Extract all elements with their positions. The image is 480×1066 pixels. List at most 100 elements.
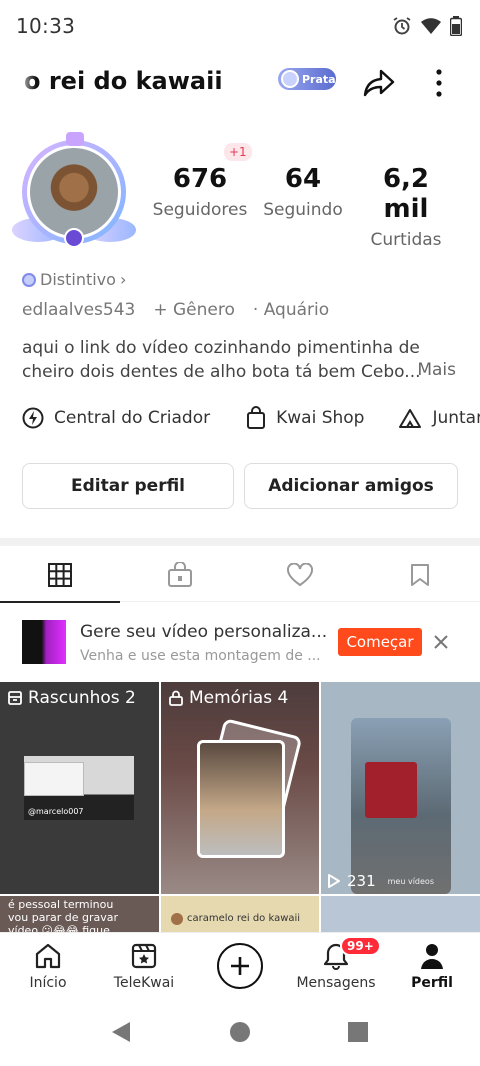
bottom-nav: Início TeleKwai Mensagens 99+ Perfil — [0, 932, 480, 1000]
distintivo-link[interactable]: Distintivo › — [22, 270, 126, 289]
drafts-tile[interactable]: Rascunhos 2 @marcelo007 — [0, 682, 159, 894]
stat-label: Curtidas — [370, 230, 442, 250]
nav-home[interactable]: Início — [0, 941, 96, 991]
profile-shortcuts: Central do Criador Kwai Shop Juntar — [0, 400, 480, 436]
drafts-label-text: Rascunhos 2 — [28, 688, 136, 708]
system-nav-bar — [0, 1000, 480, 1066]
more-vertical-icon — [436, 69, 442, 97]
alarm-icon — [393, 17, 411, 35]
memories-tile[interactable]: Memórias 4 — [161, 682, 319, 894]
back-icon[interactable] — [110, 1020, 132, 1044]
tab-liked[interactable] — [240, 548, 360, 602]
profile-icon — [421, 944, 443, 969]
create-button[interactable] — [217, 943, 263, 989]
avatar[interactable] — [12, 130, 136, 254]
username-fade — [16, 56, 36, 106]
creator-center-button[interactable]: Central do Criador — [22, 407, 210, 429]
more-options-button[interactable] — [424, 64, 454, 102]
add-friends-button[interactable]: Adicionar amigos — [244, 463, 458, 509]
mini-avatar — [171, 913, 183, 925]
tab-saved[interactable] — [360, 548, 480, 602]
tent-icon — [399, 409, 422, 428]
battery-icon — [450, 16, 462, 36]
telekwai-icon — [131, 943, 157, 969]
play-icon — [328, 874, 340, 888]
prata-badge-label: Prata — [302, 72, 336, 86]
bio-line: aqui o link do vídeo cozinhando pimentin… — [22, 338, 420, 358]
profile-header: o rei do kawaii Prata — [0, 56, 480, 106]
join-button[interactable]: Juntar — [398, 407, 480, 429]
tab-private[interactable] — [120, 548, 240, 602]
video-overlay-text: caramelo rei do kawaii — [187, 913, 301, 924]
avatar-play-icon — [64, 228, 84, 248]
home-circle-icon[interactable] — [229, 1021, 251, 1043]
nav-profile[interactable]: Perfil — [384, 941, 480, 991]
video-tile[interactable]: é pessoal terminou vou parar de gravar v… — [0, 896, 159, 936]
video-tile[interactable] — [321, 896, 480, 936]
bookmark-icon — [411, 564, 429, 586]
promo-banner[interactable]: Gere seu vídeo personaliza... Venha e us… — [0, 618, 480, 670]
red-truck-image — [365, 762, 417, 818]
video-grid: Rascunhos 2 @marcelo007 Memórias 4 231 m… — [0, 682, 480, 936]
lock-bag-icon — [168, 562, 192, 587]
stat-label: Seguidores — [152, 200, 248, 220]
video-thumbnail — [351, 718, 451, 894]
home-icon — [35, 943, 61, 969]
gem-icon — [281, 70, 299, 88]
badge-gem-icon — [22, 272, 36, 287]
avatar-crown-icon — [66, 132, 84, 146]
stat-followers[interactable]: 676 Seguidores — [150, 164, 250, 220]
nav-telekwai[interactable]: TeleKwai — [96, 941, 192, 991]
share-button[interactable] — [360, 64, 398, 102]
chevron-right-icon: › — [119, 270, 127, 289]
stat-value: 6,2 mil — [382, 164, 430, 224]
draft-caption: @marcelo007 — [28, 807, 84, 816]
video-overlay-text: é pessoal terminou vou parar de gravar v… — [8, 898, 118, 936]
nav-telekwai-label: TeleKwai — [113, 975, 175, 991]
promo-subtitle: Venha e use esta montagem de ... — [80, 648, 321, 664]
gender-field[interactable]: + Gênero — [153, 300, 235, 320]
share-icon — [363, 69, 395, 97]
video-caption: meu vídeos — [387, 876, 434, 886]
kwai-shop-button[interactable]: Kwai Shop — [246, 406, 364, 430]
edit-profile-button[interactable]: Editar perfil — [22, 463, 234, 509]
stat-likes[interactable]: 6,2 mil Curtidas — [356, 164, 456, 250]
close-icon — [434, 635, 448, 649]
new-followers-badge: +1 — [224, 143, 252, 161]
distintivo-label: Distintivo — [40, 270, 116, 289]
promo-start-button[interactable]: Começar — [338, 628, 422, 656]
tab-posts[interactable] — [0, 548, 120, 603]
username: o rei do kawaii — [24, 67, 223, 95]
bio-line: cheiro dois dentes de alho bota tá bem C… — [22, 362, 421, 382]
lock-icon — [169, 690, 183, 706]
prata-badge[interactable]: Prata — [278, 68, 336, 90]
nav-home-label: Início — [29, 975, 67, 991]
view-count-value: 231 — [347, 872, 376, 890]
promo-close-button[interactable] — [430, 628, 452, 656]
nav-profile-label: Perfil — [411, 975, 453, 991]
nav-messages-label: Mensagens — [296, 975, 376, 991]
video-tile[interactable]: caramelo rei do kawaii — [161, 896, 319, 936]
profile-meta: edlaalves543 + Gênero · Aquário — [22, 300, 329, 320]
avatar-image — [27, 145, 121, 239]
promo-thumbnail — [22, 620, 66, 664]
view-count: 231 meu vídeos — [327, 872, 434, 890]
status-time: 10:33 — [16, 14, 76, 38]
drafts-box-icon — [8, 691, 22, 705]
kwai-shop-label: Kwai Shop — [276, 408, 365, 428]
promo-title: Gere seu vídeo personaliza... — [80, 622, 328, 642]
drafts-label: Rascunhos 2 — [8, 688, 136, 708]
lightning-circle-icon — [22, 407, 44, 429]
status-bar: 10:33 — [0, 0, 480, 52]
memory-card-front — [197, 740, 285, 858]
bio-more-link[interactable]: Mais — [417, 360, 456, 380]
plus-icon — [231, 957, 249, 975]
recents-icon[interactable] — [347, 1021, 369, 1043]
user-handle[interactable]: edlaalves543 — [22, 300, 135, 320]
messages-badge: 99+ — [340, 936, 381, 956]
memories-label-text: Memórias 4 — [189, 688, 289, 708]
video-tile[interactable]: 231 meu vídeos — [321, 682, 480, 894]
stat-following[interactable]: 64 Seguindo — [258, 164, 348, 220]
memories-label: Memórias 4 — [169, 688, 288, 708]
section-divider — [0, 538, 480, 546]
